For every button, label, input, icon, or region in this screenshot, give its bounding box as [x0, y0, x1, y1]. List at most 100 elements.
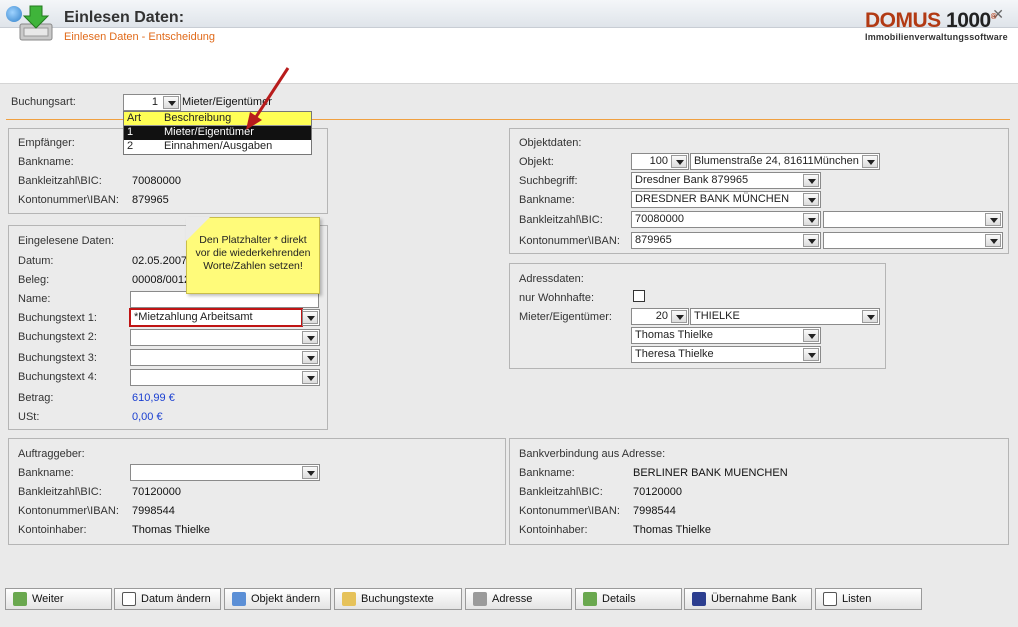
arrow-right-icon	[13, 592, 27, 606]
such-combo[interactable]: Dresdner Bank 879965	[631, 172, 821, 189]
chevron-down-icon[interactable]	[303, 311, 318, 324]
bt3-combo[interactable]	[130, 349, 320, 366]
mieter-name-combo[interactable]: THIELKE	[690, 308, 880, 325]
objekt-konto-combo[interactable]: 879965	[631, 232, 821, 249]
buchungstexte-button[interactable]: Buchungstexte	[334, 588, 462, 610]
objekt-bic-combo[interactable]	[823, 211, 1003, 228]
mieter-nr-combo[interactable]: 20	[631, 308, 689, 325]
chevron-down-icon[interactable]	[803, 234, 819, 247]
logo-tagline: Immobilienverwaltungssoftware	[865, 32, 1008, 42]
auftraggeber-konto-label: Kontonummer\IBAN:	[18, 505, 119, 517]
details-button[interactable]: Details	[575, 588, 682, 610]
bt1-label: Buchungstext 1:	[18, 312, 97, 324]
objekt-adresse: Blumenstraße 24, 81611München	[694, 155, 859, 167]
uebernahme-bank-button[interactable]: Übernahme Bank	[684, 588, 812, 610]
bt1-input[interactable]: *Mietzahlung Arbeitsamt	[129, 308, 303, 327]
datum-aendern-label: Datum ändern	[141, 593, 211, 605]
chevron-down-icon[interactable]	[862, 155, 878, 168]
objekt-konto-label: Kontonummer\IBAN:	[519, 235, 620, 247]
tooltip-line3: Worte/Zahlen setzen!	[203, 260, 303, 272]
betrag-value: 610,99 €	[132, 392, 175, 404]
tooltip-line2: vor die wiederkehrenden	[195, 247, 311, 259]
chevron-down-icon[interactable]	[163, 96, 179, 109]
objekt-label: Objekt:	[519, 156, 554, 168]
adresse-label: Adresse	[492, 593, 533, 605]
weiter-button[interactable]: Weiter	[5, 588, 112, 610]
objekt-adresse-combo[interactable]: Blumenstraße 24, 81611München	[690, 153, 880, 170]
objekt-bankname: DRESDNER BANK MÜNCHEN	[635, 193, 790, 205]
chevron-down-icon[interactable]	[302, 331, 318, 344]
chevron-down-icon[interactable]	[803, 193, 819, 206]
dropdown-option-2[interactable]: 2 Einnahmen/Ausgaben	[124, 140, 311, 154]
empfaenger-bankname-label: Bankname:	[18, 156, 74, 168]
logo-domus: DOMUS	[865, 9, 941, 32]
chevron-down-icon[interactable]	[803, 174, 819, 187]
bankverbindung-konto-label: Kontonummer\IBAN:	[519, 505, 620, 517]
such-label: Suchbegriff:	[519, 175, 578, 187]
bt2-label: Buchungstext 2:	[18, 331, 97, 343]
chevron-down-icon[interactable]	[671, 310, 687, 323]
listen-label: Listen	[842, 593, 872, 605]
bt2-combo[interactable]	[130, 329, 320, 346]
objekt-aendern-button[interactable]: Objekt ändern	[224, 588, 331, 610]
auftraggeber-inhaber-label: Kontoinhaber:	[18, 524, 87, 536]
betrag-label: Betrag:	[18, 392, 54, 404]
datum-aendern-button[interactable]: Datum ändern	[114, 588, 221, 610]
chevron-down-icon[interactable]	[985, 213, 1001, 226]
person1-combo[interactable]: Thomas Thielke	[631, 327, 821, 344]
option-text: Einnahmen/Ausgaben	[164, 140, 273, 152]
person1: Thomas Thielke	[635, 329, 714, 341]
chevron-down-icon[interactable]	[302, 351, 318, 364]
datum-label: Datum:	[18, 255, 54, 267]
objekt-nr-combo[interactable]: 100	[631, 153, 689, 170]
option-code: 2	[127, 140, 134, 152]
objekt-iban-combo[interactable]	[823, 232, 1003, 249]
ust-value: 0,00 €	[132, 411, 163, 423]
objekt-bankname-combo[interactable]: DRESDNER BANK MÜNCHEN	[631, 191, 821, 208]
chevron-down-icon[interactable]	[803, 348, 819, 361]
list-icon	[823, 592, 837, 606]
person2: Theresa Thielke	[635, 348, 714, 360]
adresse-button[interactable]: Adresse	[465, 588, 572, 610]
bt4-label: Buchungstext 4:	[18, 371, 97, 383]
page-title: Einlesen Daten:	[64, 9, 185, 26]
tooltip-fold	[186, 217, 210, 241]
person2-combo[interactable]: Theresa Thielke	[631, 346, 821, 363]
uebernahme-bank-label: Übernahme Bank	[711, 593, 797, 605]
listen-button[interactable]: Listen	[815, 588, 922, 610]
save-icon	[692, 592, 706, 606]
auftraggeber-bankname-combo[interactable]	[130, 464, 320, 481]
objekt-blz-combo[interactable]: 70080000	[631, 211, 821, 228]
chevron-down-icon[interactable]	[803, 213, 819, 226]
bankverbindung-blz-label: Bankleitzahl\BIC:	[519, 486, 603, 498]
auftraggeber-title: Auftraggeber:	[18, 448, 85, 460]
wohnhaft-label: nur Wohnhafte:	[519, 292, 595, 304]
house-icon	[232, 592, 246, 606]
beleg-value: 00008/0012	[132, 274, 191, 286]
chevron-down-icon[interactable]	[671, 155, 687, 168]
datum-value: 02.05.2007	[132, 255, 188, 267]
bt4-combo[interactable]	[130, 369, 320, 386]
bankverbindung-konto: 7998544	[633, 505, 676, 517]
objekt-blz-label: Bankleitzahl\BIC:	[519, 214, 603, 226]
buchungsart-code: 1	[151, 96, 158, 108]
chevron-down-icon[interactable]	[302, 466, 318, 479]
chevron-down-icon[interactable]	[302, 371, 318, 384]
chevron-down-icon[interactable]	[862, 310, 878, 323]
bankverbindung-bankname-label: Bankname:	[519, 467, 575, 479]
logo-number: 1000	[946, 9, 991, 32]
ust-label: USt:	[18, 411, 40, 423]
bankverbindung-title: Bankverbindung aus Adresse:	[519, 448, 666, 460]
beleg-label: Beleg:	[18, 274, 50, 286]
domus-logo: DOMUS 1000® Immobilienverwaltungssoftwar…	[865, 9, 1008, 43]
bankverbindung-blz: 70120000	[633, 486, 682, 498]
chevron-down-icon[interactable]	[803, 329, 819, 342]
empfaenger-konto: 879965	[132, 194, 169, 206]
such-value: Dresdner Bank 879965	[635, 174, 749, 186]
auftraggeber-blz-label: Bankleitzahl\BIC:	[18, 486, 102, 498]
chevron-down-icon[interactable]	[985, 234, 1001, 247]
buchungsart-combo[interactable]: 1	[123, 94, 181, 111]
wohnhaft-checkbox[interactable]	[633, 290, 645, 302]
bt1-dropdown[interactable]	[302, 309, 320, 326]
bankverbindung-inhaber-label: Kontoinhaber:	[519, 524, 588, 536]
